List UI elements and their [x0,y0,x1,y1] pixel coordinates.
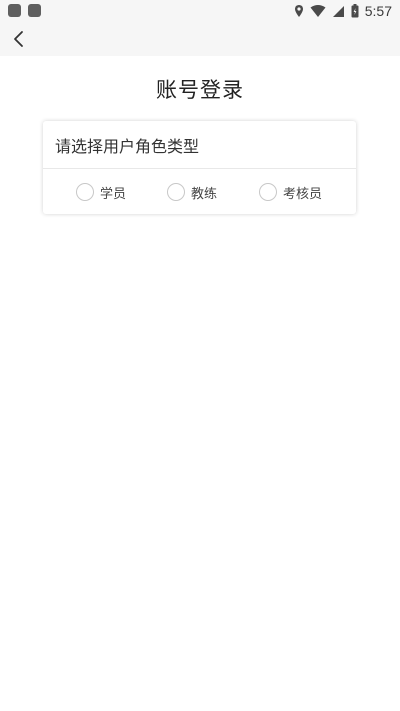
signal-icon [332,5,344,17]
role-option-student[interactable]: 学员 [76,181,126,203]
wifi-icon [310,5,326,17]
role-label: 教练 [191,186,218,202]
radio-button[interactable] [259,183,277,201]
role-radio-group: 学员 教练 考核员 [43,169,356,214]
back-button[interactable] [6,26,32,52]
battery-icon [351,4,359,18]
radio-button[interactable] [167,183,185,201]
app-notification-icon [8,4,21,17]
role-label: 考核员 [283,186,323,202]
location-icon [294,5,303,17]
role-option-coach[interactable]: 教练 [167,181,217,203]
status-bar: 5:57 [0,0,400,22]
role-option-examiner[interactable]: 考核员 [259,181,322,203]
radio-button[interactable] [76,183,94,201]
app-bar [0,22,400,56]
role-card-header: 请选择用户角色类型 [55,137,200,156]
app-notification-icon [28,4,41,17]
role-label: 学员 [100,186,127,202]
back-arrow-icon [14,31,23,47]
status-time: 5:57 [364,3,392,19]
role-selection-card: 请选择用户角色类型 学员 教练 考核员 [43,121,356,214]
page-title: 账号登录 [156,78,244,102]
